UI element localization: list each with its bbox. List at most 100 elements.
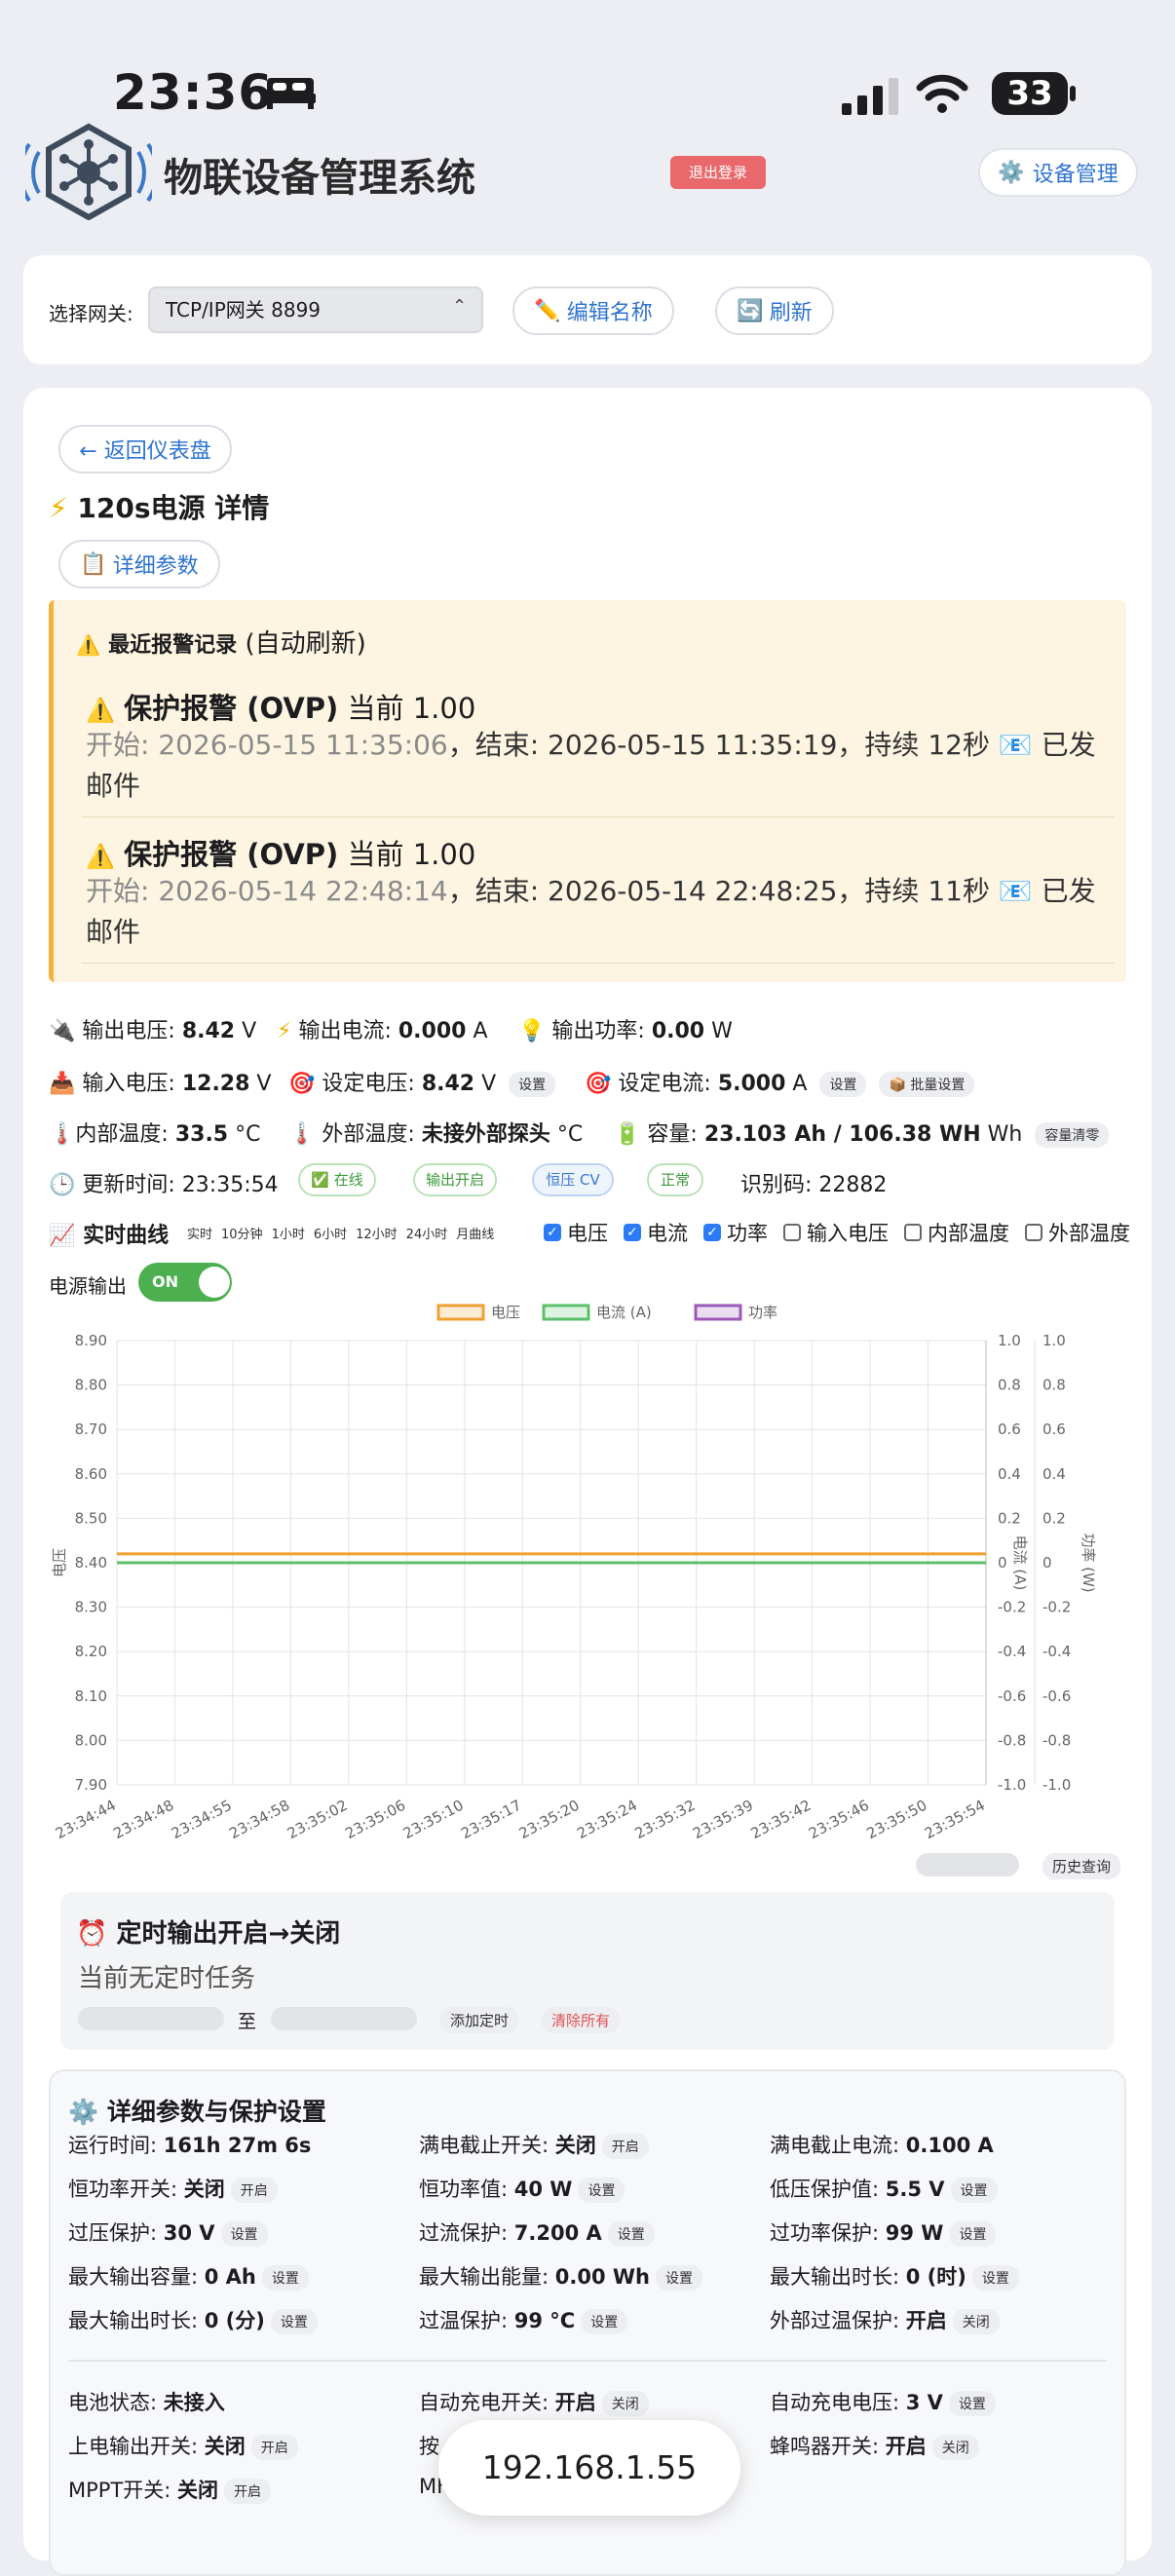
alarm-heading-rest: (自动刷新) xyxy=(237,629,366,659)
check-current[interactable]: ✓ 电流 xyxy=(624,1218,688,1247)
range-1h[interactable]: 1小时 xyxy=(272,1224,305,1242)
param-action-button[interactable]: 设置 xyxy=(948,2391,996,2416)
param-action-button[interactable]: 关闭 xyxy=(601,2391,649,2416)
check-outer-temp[interactable]: 外部温度 xyxy=(1025,1218,1130,1247)
range-6h[interactable]: 6小时 xyxy=(314,1224,347,1242)
check-voltage[interactable]: ✓ 电压 xyxy=(544,1218,608,1247)
device-manage-label: 设备管理 xyxy=(1032,163,1118,187)
gateway-select[interactable]: TCP/IP网关 8899 xyxy=(148,286,483,333)
param-value: 关闭 xyxy=(204,2435,246,2458)
param-item: 恒功率开关: 关闭 开启 xyxy=(68,2174,278,2203)
set-current: 🎯 设定电流: 5.000 A 设置 📦 批量设置 xyxy=(585,1066,975,1097)
inner-temp: 🌡️内部温度: 33.5 °C xyxy=(49,1117,260,1148)
param-value: 99 °C xyxy=(513,2309,576,2332)
back-to-dashboard-button[interactable]: ← 返回仪表盘 xyxy=(58,425,232,474)
battery-icon: 🔋 xyxy=(614,1122,641,1147)
range-24h[interactable]: 24小时 xyxy=(406,1224,448,1242)
capacity-clear-button[interactable]: 容量清零 xyxy=(1035,1122,1110,1148)
lightbulb-icon: 💡 xyxy=(518,1019,546,1043)
status-time: 23:36 xyxy=(113,64,274,121)
x-tick-label: 23:35:17 xyxy=(458,1797,524,1843)
param-action-button[interactable]: 设置 xyxy=(971,2265,1019,2291)
alarm-start: 开始: 2026-05-15 11:35:06 xyxy=(86,729,448,761)
y1-axis-title: 电流 (A) xyxy=(1011,1535,1029,1591)
y-tick-label: 8.00 xyxy=(75,1731,107,1749)
param-label: 最大输出能量: xyxy=(419,2265,555,2289)
range-12h[interactable]: 12小时 xyxy=(356,1224,398,1242)
batch-set-button[interactable]: 📦 批量设置 xyxy=(879,1072,975,1097)
history-query-button[interactable]: 历史查询 xyxy=(1042,1853,1121,1879)
alarm-type: 保护报警 (OVP) xyxy=(124,692,339,725)
x-tick-label: 23:35:39 xyxy=(690,1797,756,1843)
y1-tick-label: -0.6 xyxy=(998,1687,1026,1705)
unit-c: °C xyxy=(556,1122,584,1147)
param-item: 恒功率值: 40 W 设置 xyxy=(419,2174,625,2203)
param-item: 上电输出开关: 关闭 开启 xyxy=(68,2431,298,2460)
param-action-button[interactable]: 设置 xyxy=(581,2309,628,2334)
capacity: 🔋 容量: 23.103 Ah / 106.38 WH Wh 容量清零 xyxy=(614,1117,1110,1148)
param-action-button[interactable]: 设置 xyxy=(261,2265,309,2291)
param-action-button[interactable]: 设置 xyxy=(607,2221,655,2247)
param-label: 恒功率开关: xyxy=(68,2178,184,2201)
logout-button[interactable]: 退出登录 xyxy=(670,156,766,189)
edit-name-button[interactable]: ✏️ 编辑名称 xyxy=(512,286,674,335)
detail-params-button[interactable]: 📋 详细参数 xyxy=(58,540,220,588)
param-action-button[interactable]: 设置 xyxy=(950,2178,998,2203)
range-month[interactable]: 月曲线 xyxy=(456,1224,494,1242)
param-label: MPPT开关: xyxy=(68,2479,178,2502)
gateway-label: 选择网关: xyxy=(49,302,133,325)
timer-title: ⏰ 定时输出开启→关闭 xyxy=(76,1913,340,1950)
legend-label: 功率 xyxy=(748,1304,777,1321)
param-action-button[interactable]: 关闭 xyxy=(931,2435,979,2460)
param-item: 自动充电电压: 3 V 设置 xyxy=(770,2387,996,2416)
update-time-label: 更新时间: 23:35:54 xyxy=(82,1173,279,1197)
device-manage-button[interactable]: ⚙️ 设备管理 xyxy=(978,148,1138,197)
check-power[interactable]: ✓ 功率 xyxy=(703,1218,768,1247)
param-label: 过温保护: xyxy=(419,2309,514,2332)
checkbox-checked-icon: ✓ xyxy=(624,1224,641,1241)
update-time: 🕒 更新时间: 23:35:54 xyxy=(49,1167,279,1198)
add-timer-button[interactable]: 添加定时 xyxy=(440,2007,519,2033)
range-realtime[interactable]: 实时 xyxy=(187,1224,212,1242)
x-tick-label: 23:35:06 xyxy=(342,1797,408,1843)
param-action-button[interactable]: 开启 xyxy=(250,2435,298,2460)
param-action-button[interactable]: 设置 xyxy=(656,2265,702,2291)
param-action-button[interactable]: 开启 xyxy=(230,2178,278,2203)
param-action-button[interactable]: 设置 xyxy=(270,2309,318,2334)
param-action-button[interactable]: 设置 xyxy=(220,2221,268,2247)
refresh-button[interactable]: 🔄 刷新 xyxy=(715,286,834,335)
param-action-button[interactable]: 关闭 xyxy=(952,2309,1000,2334)
timer-start-input[interactable] xyxy=(78,2007,224,2030)
history-date-input[interactable] xyxy=(916,1853,1019,1876)
y1-tick-label: 0.6 xyxy=(998,1421,1021,1438)
time-range-tabs: 实时 10分钟 1小时 6小时 12小时 24小时 月曲线 xyxy=(187,1224,494,1242)
timer-end-input[interactable] xyxy=(271,2007,417,2030)
check-inner-temp[interactable]: 内部温度 xyxy=(904,1218,1009,1247)
clear-timers-button[interactable]: 清除所有 xyxy=(542,2007,621,2033)
set-current-button[interactable]: 设置 xyxy=(819,1072,867,1097)
legend-swatch xyxy=(542,1304,590,1321)
param-action-button[interactable]: 开启 xyxy=(601,2134,649,2159)
x-tick-label: 23:35:24 xyxy=(574,1797,640,1843)
param-label: 运行时间: xyxy=(68,2134,164,2157)
gear-icon: ⚙️ xyxy=(68,2098,99,2126)
capacity-label: 容量: xyxy=(647,1122,698,1147)
y-tick-label: 7.90 xyxy=(75,1776,107,1794)
device-detail-title-text: 120s电源 详情 xyxy=(77,492,270,524)
param-action-button[interactable]: 设置 xyxy=(578,2178,625,2203)
set-current-value: 5.000 xyxy=(717,1072,786,1096)
unit-a: A xyxy=(473,1019,488,1043)
output-power: 💡 输出功率: 0.00 W xyxy=(518,1013,733,1044)
param-value: 30 V xyxy=(163,2221,215,2245)
x-tick-label: 23:34:48 xyxy=(110,1797,176,1843)
y2-tick-label: -0.4 xyxy=(1042,1643,1071,1660)
range-10min[interactable]: 10分钟 xyxy=(221,1224,263,1242)
set-current-label: 设定电流: xyxy=(618,1072,711,1096)
param-action-button[interactable]: 开启 xyxy=(224,2479,272,2504)
param-action-button[interactable]: 设置 xyxy=(949,2221,997,2247)
param-label: 过流保护: xyxy=(419,2221,514,2245)
y1-tick-label: 0.2 xyxy=(998,1509,1021,1527)
check-input-voltage[interactable]: 输入电压 xyxy=(783,1218,889,1247)
set-voltage-button[interactable]: 设置 xyxy=(509,1072,556,1097)
outer-temp: 🌡️ 外部温度: 未接外部探头 °C xyxy=(288,1117,583,1148)
